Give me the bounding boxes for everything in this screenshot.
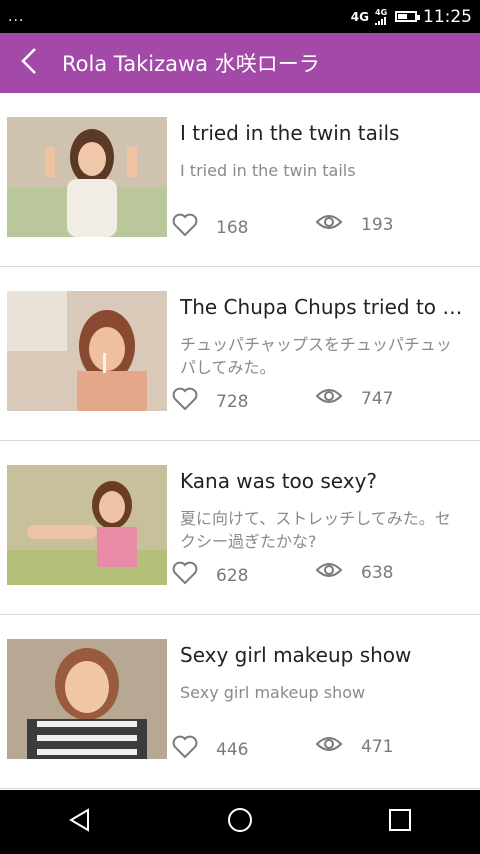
chevron-left-icon bbox=[20, 47, 38, 79]
notification-indicator: ... bbox=[8, 8, 25, 25]
battery-icon bbox=[395, 11, 420, 22]
video-thumbnail[interactable] bbox=[7, 465, 167, 585]
nav-back-icon bbox=[68, 808, 92, 836]
video-title[interactable]: The Chupa Chups tried to C... bbox=[180, 295, 472, 319]
view-count: 638 bbox=[315, 561, 393, 584]
video-description: 夏に向けて、ストレッチしてみた。セクシー過ぎたかな? bbox=[180, 509, 451, 551]
heart-icon[interactable] bbox=[172, 561, 198, 590]
nav-recents-icon bbox=[389, 809, 411, 835]
heart-icon[interactable] bbox=[172, 213, 198, 242]
eye-icon bbox=[315, 213, 343, 236]
video-thumbnail[interactable] bbox=[7, 117, 167, 237]
system-nav-bar bbox=[0, 790, 480, 854]
nav-recents-button[interactable] bbox=[370, 797, 430, 847]
battery-level bbox=[398, 14, 407, 19]
list-item[interactable]: I tried in the twin tails I tried in the… bbox=[0, 93, 480, 267]
list-item[interactable]: The Chupa Chups tried to C... チュッパチャップスを… bbox=[0, 267, 480, 441]
like-count-value: 728 bbox=[216, 391, 249, 412]
view-count-value: 747 bbox=[361, 388, 394, 409]
eye-icon bbox=[315, 735, 343, 758]
video-title[interactable]: Kana was too sexy? bbox=[180, 469, 472, 493]
video-description: Sexy girl makeup show bbox=[180, 683, 366, 702]
like-count[interactable]: 728 bbox=[172, 387, 248, 416]
eye-icon bbox=[315, 561, 343, 584]
like-count[interactable]: 628 bbox=[172, 561, 248, 590]
video-list: I tried in the twin tails I tried in the… bbox=[0, 93, 480, 790]
network-type-secondary: 4G bbox=[375, 8, 388, 17]
view-count-value: 471 bbox=[361, 736, 394, 757]
like-count[interactable]: 446 bbox=[172, 735, 248, 764]
like-count-value: 628 bbox=[216, 565, 249, 586]
video-description: チュッパチャップスをチュッパチュッパしてみた。 bbox=[180, 335, 452, 377]
view-count: 471 bbox=[315, 735, 393, 758]
status-icons: 4G 4G 11:25 bbox=[351, 7, 472, 27]
view-count-value: 638 bbox=[361, 562, 394, 583]
video-description: I tried in the twin tails bbox=[180, 161, 356, 180]
video-title[interactable]: I tried in the twin tails bbox=[180, 121, 472, 145]
like-count-value: 446 bbox=[216, 739, 249, 760]
eye-icon bbox=[315, 387, 343, 410]
view-count: 193 bbox=[315, 213, 393, 236]
nav-home-icon bbox=[227, 807, 253, 837]
video-title[interactable]: Sexy girl makeup show bbox=[180, 643, 472, 667]
heart-icon[interactable] bbox=[172, 387, 198, 416]
status-bar: ... 4G 4G 11:25 bbox=[0, 0, 480, 33]
view-count: 747 bbox=[315, 387, 393, 410]
video-thumbnail[interactable] bbox=[7, 291, 167, 411]
nav-home-button[interactable] bbox=[210, 797, 270, 847]
heart-icon[interactable] bbox=[172, 735, 198, 764]
like-count-value: 168 bbox=[216, 217, 249, 238]
list-item[interactable]: Sexy girl makeup show Sexy girl makeup s… bbox=[0, 615, 480, 789]
video-thumbnail[interactable] bbox=[7, 639, 167, 759]
page-title: Rola Takizawa 水咲ローラ bbox=[62, 52, 320, 76]
view-count-value: 193 bbox=[361, 214, 394, 235]
like-count[interactable]: 168 bbox=[172, 213, 248, 242]
back-button[interactable] bbox=[20, 43, 50, 83]
nav-back-button[interactable] bbox=[50, 797, 110, 847]
list-item[interactable]: Kana was too sexy? 夏に向けて、ストレッチしてみた。セクシー過… bbox=[0, 441, 480, 615]
network-type-label: 4G bbox=[350, 9, 369, 24]
clock: 11:25 bbox=[423, 6, 472, 27]
app-bar: Rola Takizawa 水咲ローラ bbox=[0, 33, 480, 93]
signal-icon: 4G bbox=[375, 8, 389, 25]
